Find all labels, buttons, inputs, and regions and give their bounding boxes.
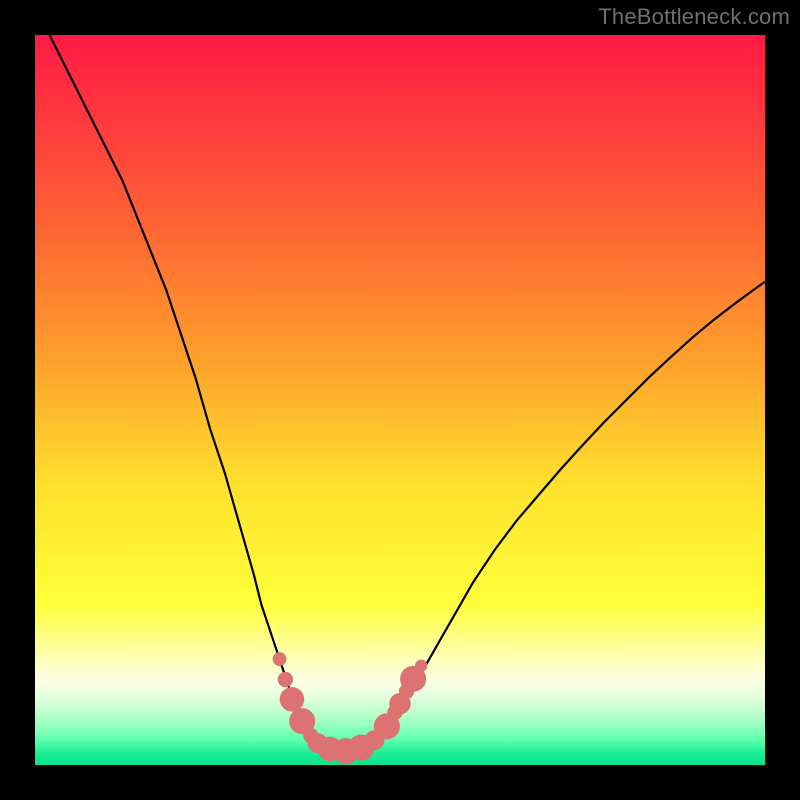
valley-marker bbox=[280, 687, 305, 712]
valley-marker bbox=[273, 652, 287, 666]
gradient-background bbox=[35, 35, 765, 765]
valley-marker bbox=[278, 672, 293, 687]
bottleneck-chart-svg bbox=[35, 35, 765, 765]
attribution-label: TheBottleneck.com bbox=[598, 4, 790, 30]
valley-marker bbox=[415, 660, 427, 672]
plot-area bbox=[35, 35, 765, 765]
chart-frame: TheBottleneck.com bbox=[0, 0, 800, 800]
